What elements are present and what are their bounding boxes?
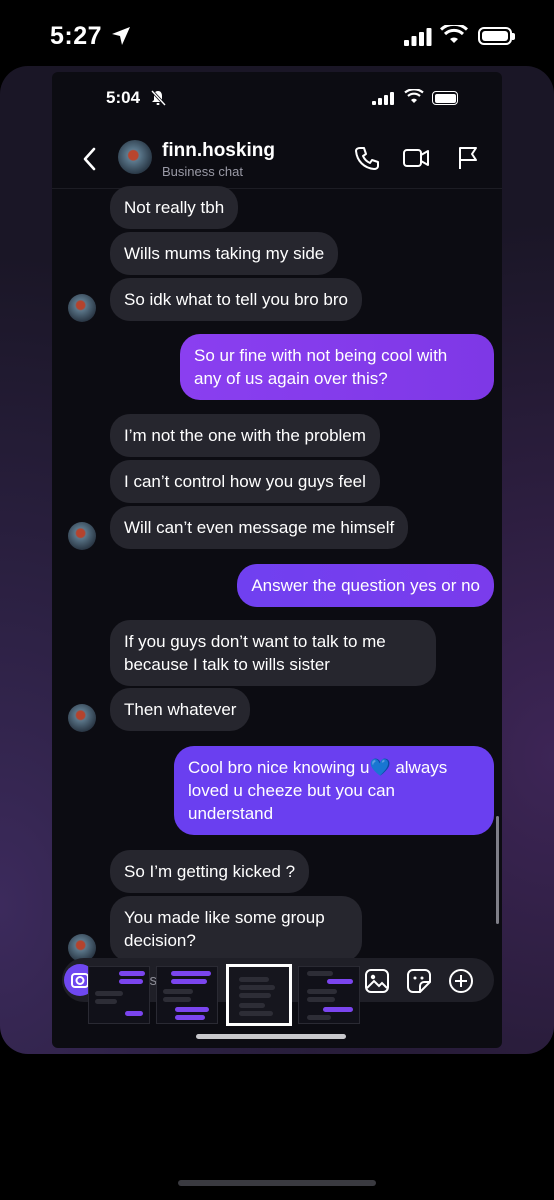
message-line: decision? (124, 931, 196, 950)
device-time: 5:27 (50, 22, 103, 50)
message-outgoing[interactable]: Answer the question yes or no (237, 564, 494, 607)
phone-icon[interactable] (354, 145, 380, 171)
message-line: So ur fine with not being cool with (194, 346, 448, 365)
silent-bell-icon (150, 90, 166, 106)
message-outgoing[interactable]: Cool bro nice knowing u💙 always loved u … (174, 746, 494, 835)
plus-circle-icon[interactable] (448, 968, 474, 994)
message-incoming[interactable]: So idk what to tell you bro bro (110, 278, 362, 321)
screenshot-thumbnail[interactable] (88, 966, 150, 1024)
message-line: any of us again over this? (194, 369, 388, 388)
message-incoming[interactable]: I’m not the one with the problem (110, 414, 380, 457)
video-icon[interactable] (402, 145, 430, 171)
inner-signal-icon (372, 92, 394, 105)
contact-avatar-small[interactable] (68, 522, 96, 550)
message-incoming[interactable]: Will can’t even message me himself (110, 506, 409, 549)
message-incoming[interactable]: I can’t control how you guys feel (110, 460, 380, 503)
message-incoming[interactable]: If you guys don’t want to talk to me bec… (110, 620, 436, 686)
message-incoming[interactable]: Then whatever (110, 688, 251, 731)
screenshot-thumbnail[interactable] (156, 966, 218, 1024)
device-status-bar: 5:27 (0, 0, 554, 70)
inner-battery-icon (432, 91, 458, 105)
contact-subtitle: Business chat (162, 164, 243, 179)
contact-name[interactable]: finn.hosking (162, 140, 275, 162)
inner-wifi-icon (404, 89, 424, 103)
message-incoming[interactable]: So I’m getting kicked ? (110, 850, 310, 893)
message-outgoing[interactable]: So ur fine with not being cool with any … (180, 334, 494, 400)
contact-avatar-small[interactable] (68, 704, 96, 732)
image-icon[interactable] (364, 968, 390, 994)
chat-screen: 5:04 finn.hosking Business chat Not real… (52, 72, 502, 1048)
inner-time: 5:04 (106, 88, 141, 107)
screenshot-thumbnail[interactable] (298, 966, 360, 1024)
flag-icon[interactable] (456, 145, 480, 171)
battery-icon (478, 27, 515, 45)
message-line: understand (188, 804, 274, 823)
scrollbar[interactable] (496, 816, 499, 924)
chat-header: finn.hosking Business chat (52, 130, 502, 189)
sticker-icon[interactable] (406, 968, 432, 994)
contact-avatar-small[interactable] (68, 294, 96, 322)
message-line: because I talk to wills sister (124, 655, 330, 674)
message-line: You made like some group (124, 908, 325, 927)
message-incoming[interactable]: Wills mums taking my side (110, 232, 339, 275)
wifi-icon (440, 25, 468, 43)
message-incoming[interactable]: Not really tbh (110, 186, 239, 229)
location-arrow-icon (112, 27, 130, 45)
message-incoming[interactable]: You made like some group decision? (110, 896, 362, 962)
contact-avatar[interactable] (118, 140, 152, 174)
message-line: loved u cheeze but you can (188, 781, 395, 800)
message-line: Cool bro nice knowing u💙 always (188, 758, 448, 777)
message-line: If you guys don’t want to talk to me (124, 632, 386, 651)
home-indicator[interactable] (196, 1034, 346, 1039)
device-home-bar[interactable] (178, 1180, 376, 1186)
screenshot-thumbnail-selected[interactable] (226, 964, 292, 1026)
chevron-left-icon[interactable] (80, 146, 100, 172)
cellular-signal-icon (404, 28, 432, 46)
